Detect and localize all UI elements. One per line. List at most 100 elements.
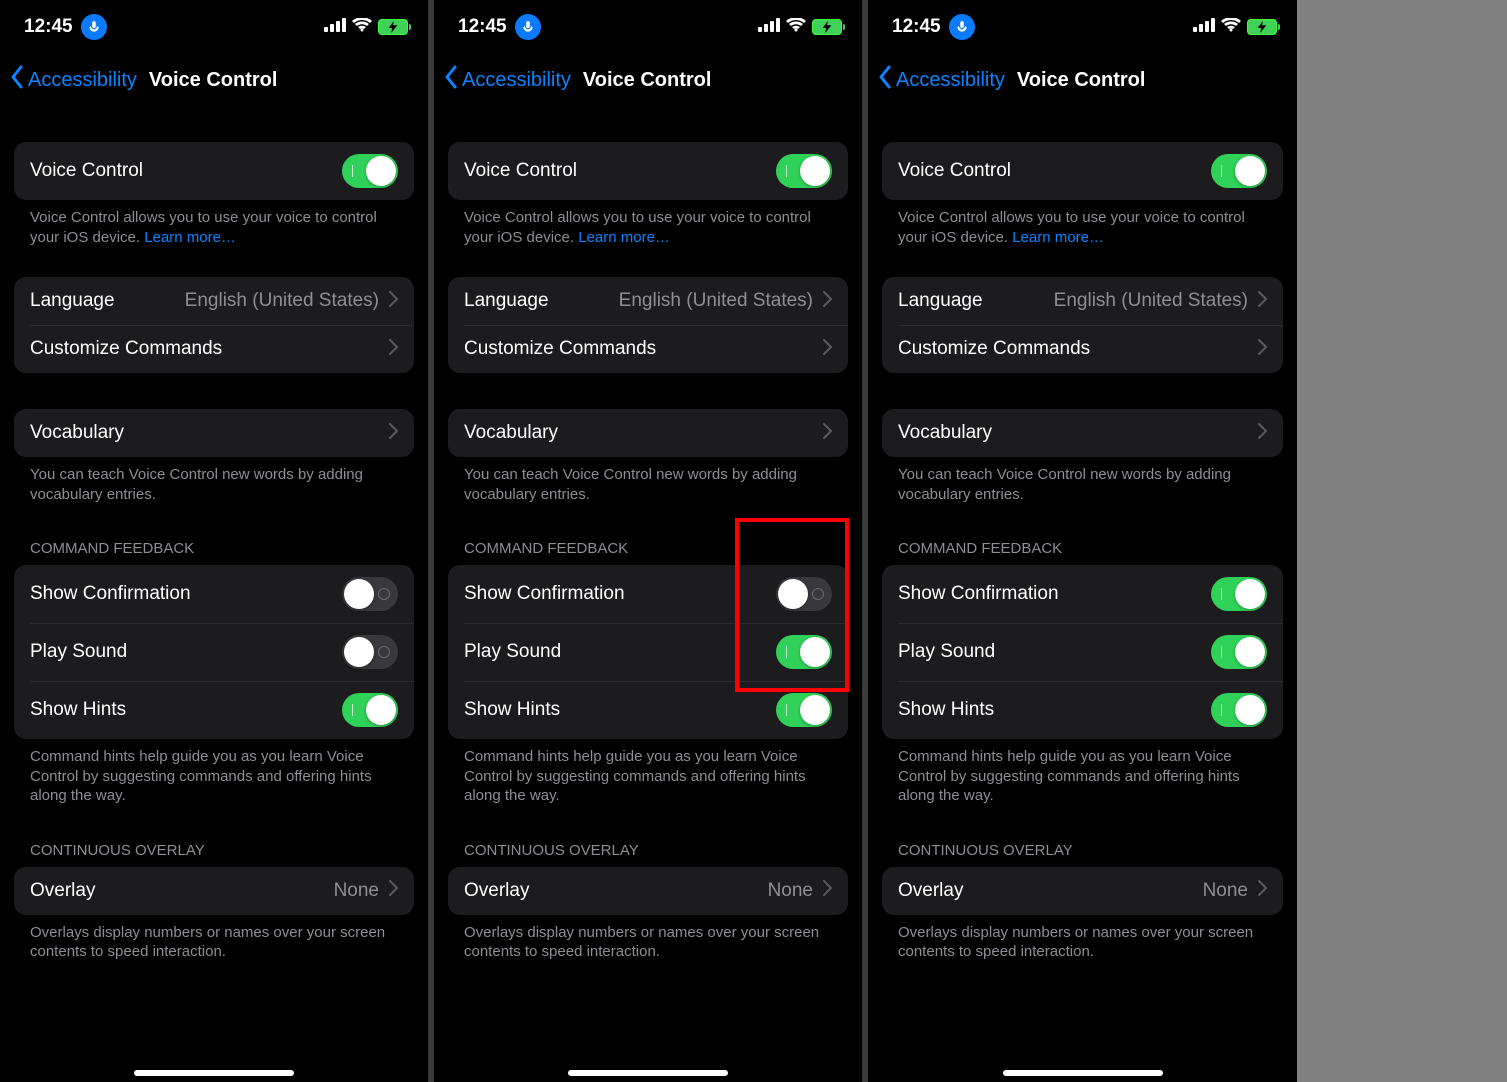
language-row[interactable]: Language English (United States) xyxy=(882,277,1283,325)
page-title: Voice Control xyxy=(149,69,278,92)
vocabulary-footer: You can teach Voice Control new words by… xyxy=(448,457,848,504)
customize-commands-label: Customize Commands xyxy=(30,338,222,360)
command-feedback-header: COMMAND FEEDBACK xyxy=(448,540,848,565)
home-indicator[interactable] xyxy=(134,1070,294,1076)
play-sound-toggle[interactable] xyxy=(776,635,832,669)
customize-commands-row[interactable]: Customize Commands xyxy=(448,325,848,373)
show-hints-toggle[interactable] xyxy=(776,693,832,727)
learn-more-link[interactable]: Learn more… xyxy=(144,229,236,246)
show-hints-label: Show Hints xyxy=(464,699,560,721)
voice-control-toggle[interactable] xyxy=(776,154,832,188)
status-bar: 12:45 xyxy=(868,0,1297,54)
overlay-value: None xyxy=(334,880,379,902)
voice-control-active-icon xyxy=(81,14,107,40)
show-confirmation-label: Show Confirmation xyxy=(464,583,625,605)
voice-control-footer: Voice Control allows you to use your voi… xyxy=(14,200,414,247)
back-label: Accessibility xyxy=(28,69,137,92)
voice-control-toggle[interactable] xyxy=(1211,154,1267,188)
language-row[interactable]: Language English (United States) xyxy=(448,277,848,325)
continuous-overlay-group: Overlay None xyxy=(14,867,414,915)
vocabulary-label: Vocabulary xyxy=(464,422,558,444)
voice-control-active-icon xyxy=(949,14,975,40)
home-indicator[interactable] xyxy=(568,1070,728,1076)
back-label: Accessibility xyxy=(462,69,571,92)
command-feedback-footer: Command hints help guide you as you lear… xyxy=(14,739,414,806)
overlay-label: Overlay xyxy=(464,880,529,902)
voice-control-label: Voice Control xyxy=(898,160,1011,182)
learn-more-link[interactable]: Learn more… xyxy=(1012,229,1104,246)
back-label: Accessibility xyxy=(896,69,1005,92)
vocabulary-row[interactable]: Vocabulary xyxy=(448,409,848,457)
vocabulary-label: Vocabulary xyxy=(30,422,124,444)
language-row[interactable]: Language English (United States) xyxy=(14,277,414,325)
voice-control-group: Voice Control xyxy=(14,142,414,200)
chevron-left-icon xyxy=(444,65,458,95)
play-sound-row: Play Sound xyxy=(882,623,1283,681)
chevron-right-icon xyxy=(823,291,832,312)
back-button[interactable]: Accessibility xyxy=(10,65,137,95)
show-confirmation-toggle[interactable] xyxy=(1211,577,1267,611)
page-title: Voice Control xyxy=(583,69,712,92)
show-confirmation-row: Show Confirmation xyxy=(882,565,1283,623)
play-sound-row: Play Sound xyxy=(14,623,414,681)
voice-control-toggle[interactable] xyxy=(342,154,398,188)
continuous-overlay-header: CONTINUOUS OVERLAY xyxy=(448,842,848,867)
voice-control-group: Voice Control xyxy=(448,142,848,200)
chevron-right-icon xyxy=(1258,291,1267,312)
show-confirmation-label: Show Confirmation xyxy=(30,583,191,605)
chevron-right-icon xyxy=(823,423,832,444)
battery-charging-icon xyxy=(378,19,408,35)
language-value: English (United States) xyxy=(185,290,379,312)
chevron-right-icon xyxy=(389,339,398,360)
voice-control-group: Voice Control xyxy=(882,142,1283,200)
vocabulary-row[interactable]: Vocabulary xyxy=(882,409,1283,457)
learn-more-link[interactable]: Learn more… xyxy=(578,229,670,246)
home-indicator[interactable] xyxy=(1003,1070,1163,1076)
vocabulary-group: Vocabulary xyxy=(14,409,414,457)
command-feedback-header: COMMAND FEEDBACK xyxy=(14,540,414,565)
overlay-value: None xyxy=(1203,880,1248,902)
overlay-row[interactable]: Overlay None xyxy=(448,867,848,915)
continuous-overlay-group: Overlay None xyxy=(448,867,848,915)
show-hints-row: Show Hints xyxy=(448,681,848,739)
language-value: English (United States) xyxy=(619,290,813,312)
play-sound-label: Play Sound xyxy=(464,641,561,663)
show-confirmation-toggle[interactable] xyxy=(342,577,398,611)
phone-screen-3: 12:45 Accessibility Voice Control Voice … xyxy=(868,0,1297,1082)
customize-commands-label: Customize Commands xyxy=(898,338,1090,360)
language-label: Language xyxy=(464,290,549,312)
back-button[interactable]: Accessibility xyxy=(444,65,571,95)
overlay-row[interactable]: Overlay None xyxy=(14,867,414,915)
status-time: 12:45 xyxy=(24,16,73,38)
overlay-row[interactable]: Overlay None xyxy=(882,867,1283,915)
overlay-value: None xyxy=(768,880,813,902)
customize-commands-row[interactable]: Customize Commands xyxy=(14,325,414,373)
show-hints-toggle[interactable] xyxy=(1211,693,1267,727)
wifi-icon xyxy=(352,18,372,37)
cellular-signal-icon xyxy=(1193,18,1215,37)
command-feedback-footer: Command hints help guide you as you lear… xyxy=(882,739,1283,806)
vocabulary-row[interactable]: Vocabulary xyxy=(14,409,414,457)
voice-control-active-icon xyxy=(515,14,541,40)
language-group: Language English (United States) Customi… xyxy=(882,277,1283,373)
back-button[interactable]: Accessibility xyxy=(878,65,1005,95)
navigation-bar: Accessibility Voice Control xyxy=(434,54,862,106)
continuous-overlay-footer: Overlays display numbers or names over y… xyxy=(448,915,848,962)
battery-charging-icon xyxy=(1247,19,1277,35)
continuous-overlay-footer: Overlays display numbers or names over y… xyxy=(882,915,1283,962)
command-feedback-group: Show Confirmation Play Sound Show Hints xyxy=(882,565,1283,739)
show-hints-label: Show Hints xyxy=(898,699,994,721)
show-confirmation-row: Show Confirmation xyxy=(14,565,414,623)
cellular-signal-icon xyxy=(758,18,780,37)
play-sound-toggle[interactable] xyxy=(1211,635,1267,669)
phone-screen-2: 12:45 Accessibility Voice Control Voice … xyxy=(434,0,863,1082)
continuous-overlay-group: Overlay None xyxy=(882,867,1283,915)
overlay-label: Overlay xyxy=(898,880,963,902)
play-sound-toggle[interactable] xyxy=(342,635,398,669)
phone-screen-1: 12:45 Accessibility Voice Control Voice … xyxy=(0,0,429,1082)
overlay-label: Overlay xyxy=(30,880,95,902)
chevron-left-icon xyxy=(10,65,24,95)
show-confirmation-toggle[interactable] xyxy=(776,577,832,611)
show-hints-toggle[interactable] xyxy=(342,693,398,727)
customize-commands-row[interactable]: Customize Commands xyxy=(882,325,1283,373)
